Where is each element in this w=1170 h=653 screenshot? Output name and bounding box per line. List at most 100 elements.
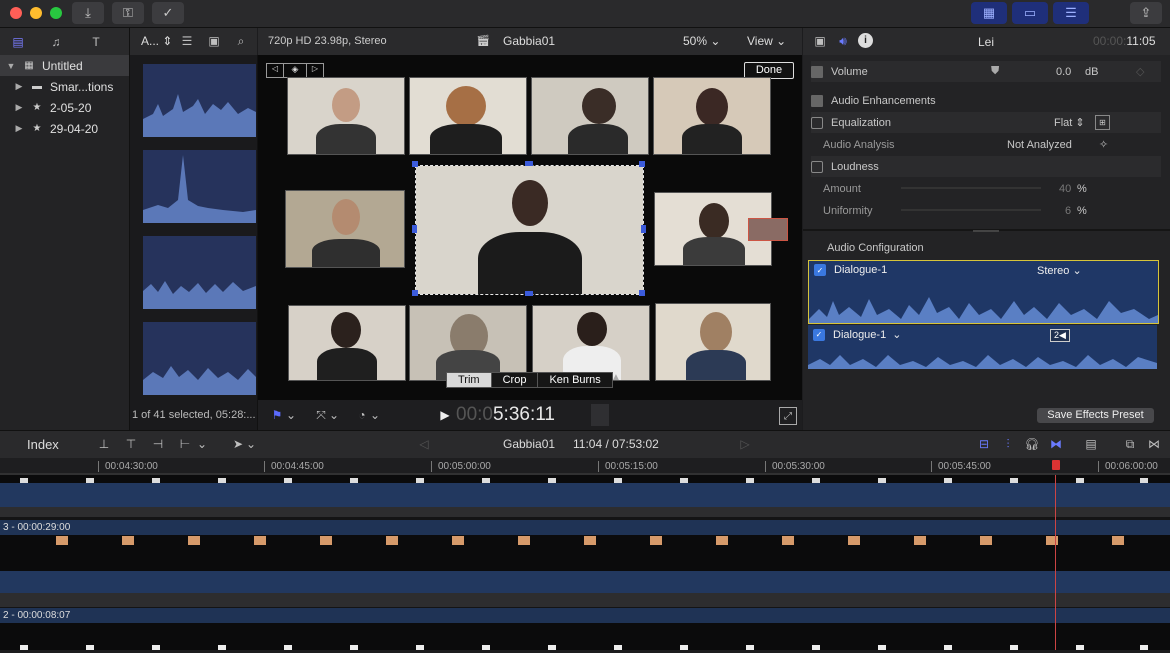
viewer-canvas[interactable]: ◁ ◈ ▷ Done Trim Crop Ken Burns ▲ xyxy=(258,55,802,400)
dialogue-2-checkbox[interactable]: ✓ xyxy=(813,328,825,341)
playhead-line[interactable] xyxy=(1055,475,1056,650)
chevron-down-icon[interactable]: ⌄ xyxy=(197,436,207,452)
audio-inspector-icon[interactable]: 🔊︎ xyxy=(835,34,851,48)
chevron-down-icon[interactable]: ⌄ xyxy=(370,408,380,422)
overwrite-clip-icon[interactable]: ⊢ xyxy=(177,436,193,452)
checkmark-circle-icon[interactable]: ✓ xyxy=(152,2,184,24)
chevron-down-icon[interactable]: ⌄ xyxy=(892,328,901,341)
close-window-button[interactable] xyxy=(10,7,22,19)
flag-icon[interactable]: ⚑ xyxy=(270,408,284,422)
library-item-event-2-05-20[interactable]: ▶ ★ 2-05-20 xyxy=(0,97,129,118)
loudness-checkbox[interactable] xyxy=(811,160,823,173)
uniformity-slider[interactable] xyxy=(901,209,1041,211)
equalization-checkbox[interactable] xyxy=(811,116,823,129)
libraries-icon[interactable]: ▤ xyxy=(8,33,28,50)
photos-audio-icon[interactable]: ♫ xyxy=(46,33,66,50)
share-icon[interactable]: ⇪ xyxy=(1130,2,1162,24)
crop-handle[interactable] xyxy=(412,225,417,233)
trim-tool-button[interactable]: Trim xyxy=(447,373,491,387)
audio-enhancements-header[interactable]: Audio Enhancements xyxy=(811,90,1161,111)
insert-clip-icon[interactable]: ⊤ xyxy=(123,436,139,452)
chevron-down-icon[interactable]: ⌄ xyxy=(329,408,339,422)
selected-video-tile[interactable] xyxy=(415,165,644,295)
library-item-smart-collections[interactable]: ▶ ▬ Smar...tions xyxy=(0,76,129,97)
disclosure-right-icon[interactable]: ▶ xyxy=(12,123,26,134)
back-history-icon[interactable]: ◁ xyxy=(418,436,430,452)
snapping-icon[interactable]: ⧓ xyxy=(1048,436,1064,452)
crop-handle[interactable] xyxy=(639,290,645,296)
key-icon[interactable]: ⚿ xyxy=(112,2,144,24)
sort-menu[interactable]: A... ⇕ xyxy=(141,34,172,48)
import-icon[interactable]: ⤓ xyxy=(72,2,104,24)
info-icon[interactable]: i xyxy=(858,33,873,48)
audio-waveform-icon[interactable]: ⫶ xyxy=(1000,436,1016,452)
next-keyframe-icon[interactable]: ▷ xyxy=(307,64,323,77)
audio-component-dialogue-2[interactable]: ✓ Dialogue-1 ⌄ 2◀ xyxy=(808,325,1157,369)
timeline-toggle-icon[interactable]: ▭ xyxy=(1012,2,1048,24)
append-clip-icon[interactable]: ⊣ xyxy=(150,436,166,452)
list-view-icon[interactable]: ☰ xyxy=(180,34,194,48)
resize-handle[interactable] xyxy=(973,230,999,232)
transform-icon[interactable]: ⤧ xyxy=(313,408,329,422)
crop-handle[interactable] xyxy=(412,161,418,167)
equalization-menu[interactable]: Flat ⇕ xyxy=(1054,116,1085,129)
uniformity-value[interactable]: 6 xyxy=(1065,205,1071,217)
eq-graph-icon[interactable]: ⊞ xyxy=(1095,115,1110,130)
prev-keyframe-icon[interactable]: ◁ xyxy=(267,64,284,77)
search-icon[interactable]: ⌕ xyxy=(234,34,248,48)
connect-clip-icon[interactable]: ⊥ xyxy=(96,436,112,452)
crop-handle[interactable] xyxy=(525,161,533,166)
tool-menu-arrow-icon[interactable]: ▲ xyxy=(611,372,621,383)
connected-clip-lane-3[interactable]: 3 - 00:00:29:00 xyxy=(0,520,1170,535)
disclosure-down-icon[interactable]: ▼ xyxy=(4,61,18,71)
chevron-down-icon[interactable]: ⌄ xyxy=(246,436,256,452)
crop-handle[interactable] xyxy=(412,290,418,296)
select-tool-icon[interactable]: ➤ xyxy=(231,436,245,452)
bowtie-icon[interactable]: ⋈ xyxy=(1146,436,1162,452)
inspector-toggle-icon[interactable]: ☰ xyxy=(1053,2,1089,24)
amount-slider[interactable] xyxy=(901,187,1041,189)
audio-clip-thumbnail[interactable] xyxy=(143,236,256,309)
play-icon[interactable]: ▶ xyxy=(438,407,452,423)
clip-appearance-icon[interactable]: ⊟ xyxy=(976,436,992,452)
crop-handle[interactable] xyxy=(639,161,645,167)
dialogue-1-checkbox[interactable]: ✓ xyxy=(814,264,826,276)
clip-strip-bottom[interactable] xyxy=(0,623,1170,650)
chevron-down-icon[interactable]: ⌄ xyxy=(286,408,296,422)
filmstrip-icon[interactable]: ▣ xyxy=(207,34,221,48)
video-inspector-icon[interactable]: ▣ xyxy=(813,34,827,48)
keyframe-icon[interactable]: ◇ xyxy=(1136,65,1144,78)
add-keyframe-icon[interactable]: ◈ xyxy=(284,64,307,77)
audio-clip-thumbnail[interactable] xyxy=(143,322,256,395)
amount-value[interactable]: 40 xyxy=(1059,183,1071,195)
volume-slider-knob[interactable]: ⛊ xyxy=(991,65,999,78)
channel-mode-menu[interactable]: Stereo ⌄ xyxy=(1037,264,1082,277)
speed-icon[interactable]: ◔ xyxy=(354,408,370,422)
zoom-menu[interactable]: 50% ⌄ xyxy=(683,34,720,48)
index-button[interactable]: Index xyxy=(27,437,59,452)
audio-track-lane[interactable] xyxy=(0,483,1170,507)
clip-strip-top[interactable] xyxy=(0,475,1170,485)
headphones-icon[interactable]: 🎧︎ xyxy=(1024,436,1040,452)
minimize-window-button[interactable] xyxy=(30,7,42,19)
browser-toggle-icon[interactable]: ▦ xyxy=(971,2,1007,24)
library-item-untitled[interactable]: ▼ ▦ Untitled xyxy=(0,55,129,76)
video-filmstrip[interactable] xyxy=(0,535,1170,571)
audio-clip-thumbnail[interactable] xyxy=(143,150,256,223)
fullscreen-icon[interactable]: ⤢ xyxy=(779,407,797,425)
connected-clip-lane-2[interactable]: 2 - 00:00:08:07 xyxy=(0,608,1170,623)
forward-history-icon[interactable]: ▷ xyxy=(739,436,751,452)
crop-handle[interactable] xyxy=(641,225,646,233)
crop-handle[interactable] xyxy=(525,291,533,296)
library-item-event-29-04-20[interactable]: ▶ ★ 29-04-20 xyxy=(0,118,129,139)
disclosure-right-icon[interactable]: ▶ xyxy=(12,102,26,113)
disclosure-right-icon[interactable]: ▶ xyxy=(12,81,26,92)
transitions-icon[interactable]: ⧉ xyxy=(1122,436,1138,452)
crop-tool-button[interactable]: Crop xyxy=(490,373,538,387)
ken-burns-tool-button[interactable]: Ken Burns xyxy=(537,373,611,387)
effects-browser-icon[interactable]: ▤ xyxy=(1083,436,1099,452)
magic-wand-icon[interactable]: ✧ xyxy=(1099,138,1108,151)
view-menu[interactable]: View ⌄ xyxy=(747,34,786,48)
audio-clip-thumbnail[interactable] xyxy=(143,64,256,137)
audio-component-dialogue-1[interactable]: ✓ Dialogue-1 Stereo ⌄ xyxy=(808,260,1159,324)
